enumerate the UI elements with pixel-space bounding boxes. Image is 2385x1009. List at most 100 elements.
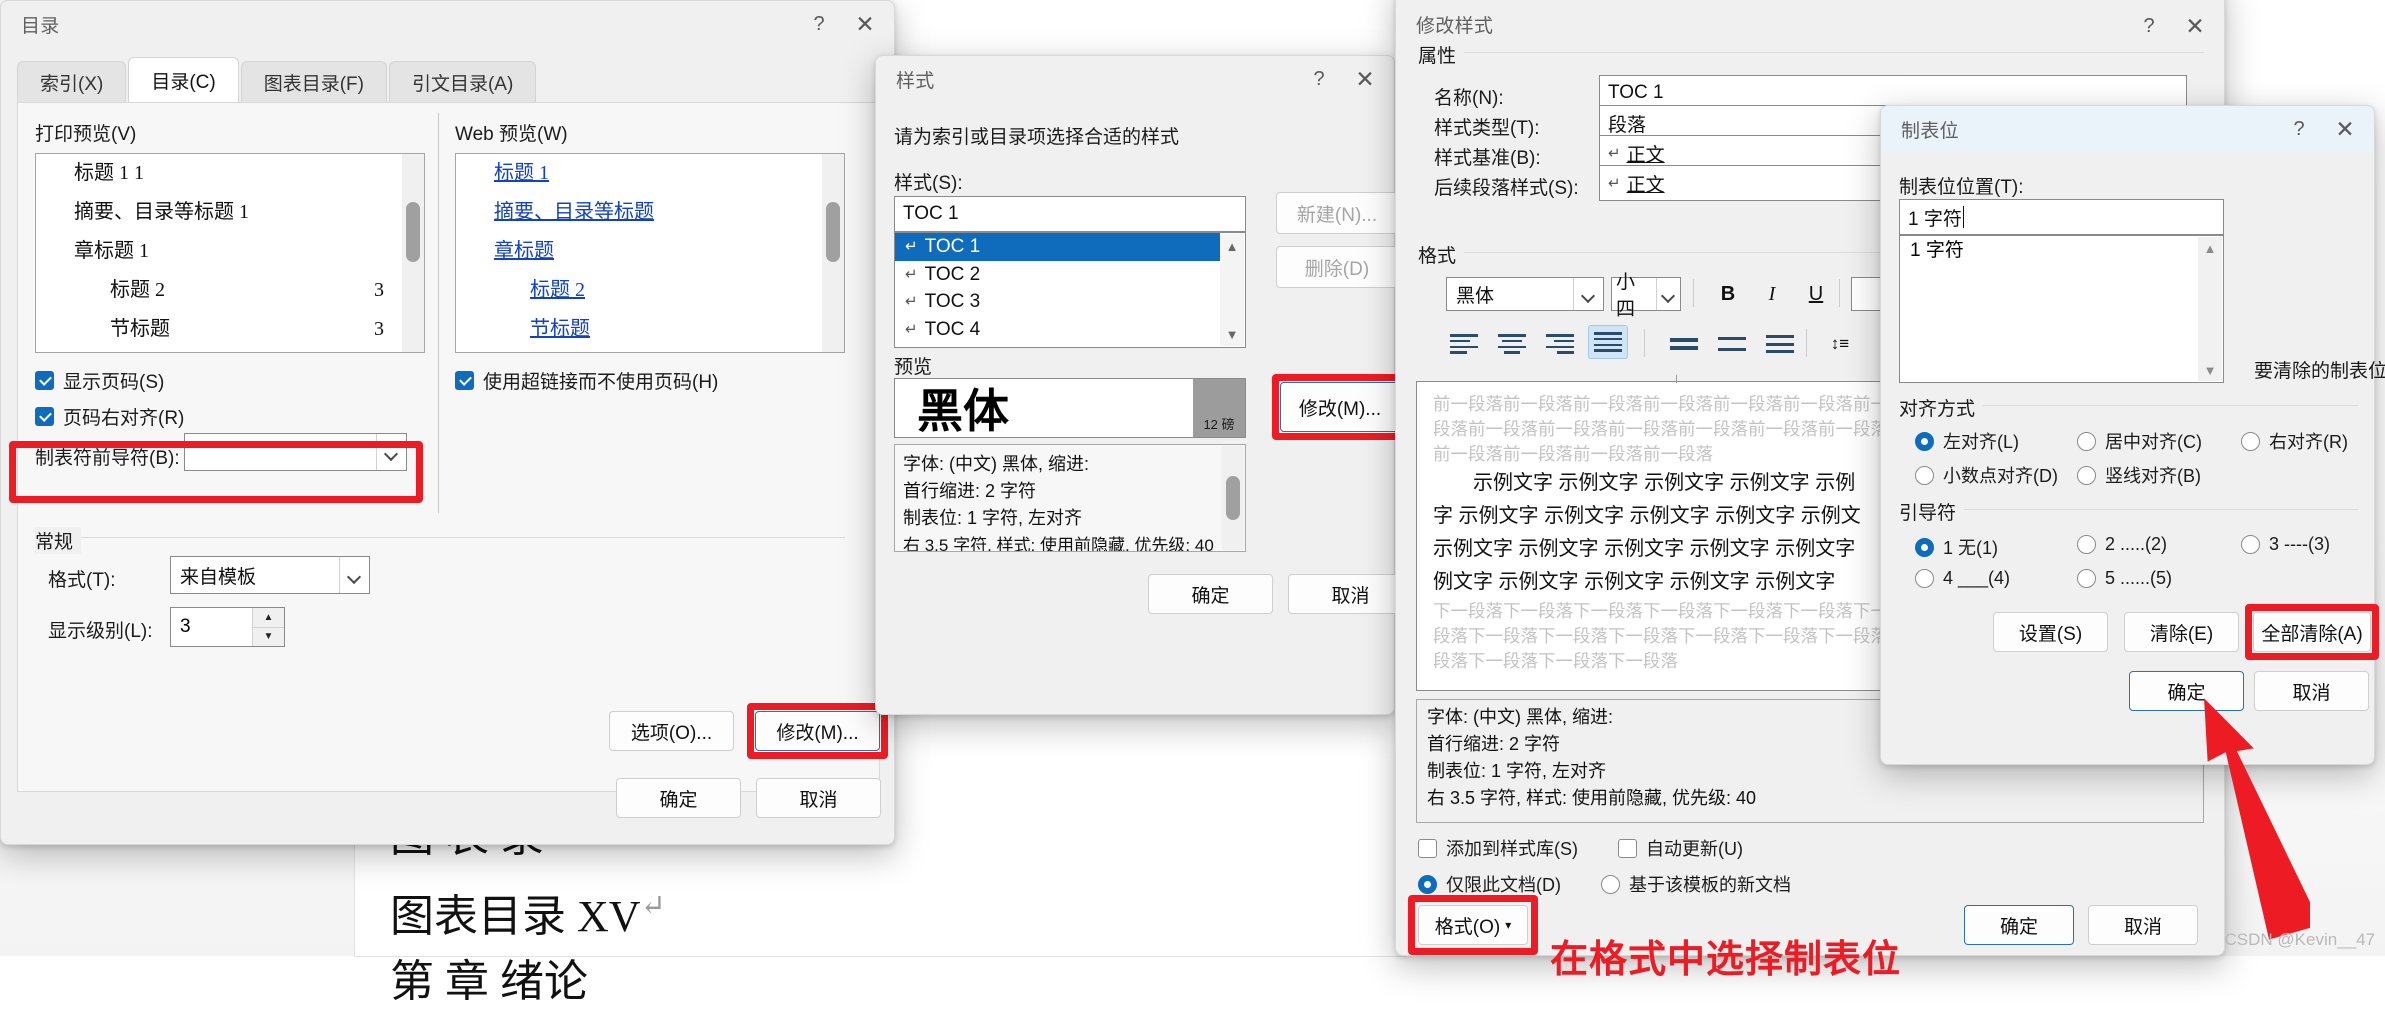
align-left-radio[interactable]: 左对齐(L): [1915, 428, 2019, 454]
font-family-combo[interactable]: 黑体: [1446, 277, 1604, 311]
line-spacing-1-5-icon[interactable]: [1712, 327, 1752, 361]
web-preview-link[interactable]: 摘要、目录等标题: [456, 193, 822, 232]
leader-underline-radio[interactable]: 4 ___(4): [1915, 568, 2010, 589]
help-icon[interactable]: ?: [796, 3, 842, 45]
style-modify-button[interactable]: 修改(M)...: [1280, 382, 1400, 432]
tab-citation-toc[interactable]: 引文目录(A): [388, 61, 537, 103]
options-button[interactable]: 选项(O)...: [609, 711, 734, 751]
chevron-down-icon[interactable]: [376, 434, 406, 470]
description-scrollbar[interactable]: [1222, 446, 1244, 550]
list-item[interactable]: ↵ TOC 1: [895, 233, 1220, 261]
list-item[interactable]: ↵ TOC 3: [895, 288, 1220, 316]
ok-button[interactable]: 确定: [616, 778, 741, 818]
leader-dashes-radio[interactable]: 3 ----(3): [2241, 534, 2330, 555]
line-spacing-double-icon[interactable]: [1760, 327, 1800, 361]
use-hyperlinks-checkbox[interactable]: 使用超链接而不使用页码(H): [455, 367, 718, 394]
close-icon[interactable]: ✕: [1342, 58, 1388, 100]
leader-dots-heavy-radio[interactable]: 5 ......(5): [2077, 568, 2172, 589]
description-line: 制表位: 1 字符, 左对齐: [903, 508, 1083, 528]
scroll-down-icon[interactable]: ▼: [2198, 359, 2222, 381]
clear-button[interactable]: 清除(E): [2124, 612, 2239, 652]
tab-position-input[interactable]: 1 字符: [1899, 199, 2224, 235]
scrollbar-thumb[interactable]: [826, 202, 840, 262]
leader-none-radio[interactable]: 1 无(1): [1915, 534, 1998, 560]
stepper-up-icon[interactable]: ▲: [253, 608, 284, 628]
set-button[interactable]: 设置(S): [1993, 612, 2108, 652]
style-name-input[interactable]: TOC 1: [894, 196, 1246, 232]
close-icon[interactable]: ✕: [2172, 5, 2218, 47]
web-preview-link[interactable]: 标题 3: [456, 349, 822, 352]
style-ok-button[interactable]: 确定: [1148, 574, 1273, 614]
style-list-scrollbar[interactable]: ▲ ▼: [1220, 234, 1244, 346]
toc-dialog-title-bar: 目录 ? ✕: [1, 1, 894, 47]
tab-figure-toc[interactable]: 图表目录(F): [240, 61, 387, 103]
tab-toc[interactable]: 目录(C): [128, 57, 239, 103]
align-left-icon[interactable]: [1444, 327, 1484, 361]
line-spacing-single-icon[interactable]: [1664, 327, 1704, 361]
align-center-radio[interactable]: 居中对齐(C): [2077, 428, 2202, 454]
format-dropdown-button[interactable]: 格式(O) ▾: [1418, 905, 1528, 945]
bold-icon[interactable]: B: [1708, 277, 1748, 311]
new-documents-radio[interactable]: 基于该模板的新文档: [1601, 871, 1791, 897]
tab-list-scrollbar[interactable]: ▲ ▼: [2198, 237, 2222, 381]
new-style-button[interactable]: 新建(N)...: [1276, 192, 1398, 234]
modify-ok-button[interactable]: 确定: [1964, 905, 2074, 945]
right-align-page-numbers-checkbox[interactable]: 页码右对齐(R): [35, 403, 184, 430]
list-item[interactable]: ↵ TOC 4: [895, 316, 1220, 344]
scrollbar-thumb[interactable]: [406, 202, 420, 262]
close-icon[interactable]: ✕: [2322, 108, 2368, 150]
help-icon[interactable]: ?: [2126, 5, 2172, 47]
scroll-up-icon[interactable]: ▲: [1220, 234, 1244, 258]
web-preview-link[interactable]: 标题 1: [456, 154, 822, 193]
clear-all-button[interactable]: 全部清除(A): [2253, 612, 2371, 652]
list-item[interactable]: ↵ TOC 2: [895, 261, 1220, 289]
format-combo[interactable]: 来自模板: [170, 556, 370, 594]
tab-leader-combo[interactable]: [184, 433, 407, 471]
this-document-only-radio[interactable]: 仅限此文档(D): [1418, 871, 1561, 897]
close-icon[interactable]: ✕: [842, 3, 888, 45]
align-bar-radio[interactable]: 竖线对齐(B): [2077, 462, 2201, 488]
watermark: CSDN @Kevin__47: [2224, 930, 2376, 949]
style-listbox[interactable]: ↵ TOC 1 ↵ TOC 2 ↵ TOC 3 ↵ TOC 4 ↵ TOC 5 ↵ TOC …: [894, 232, 1246, 348]
alignment-group-title: 对齐方式: [1899, 394, 1984, 421]
align-decimal-radio[interactable]: 小数点对齐(D): [1915, 462, 2058, 488]
align-right-icon[interactable]: [1540, 327, 1580, 361]
list-item[interactable]: 1 字符: [1900, 236, 2223, 266]
scroll-up-icon[interactable]: ▲: [2198, 237, 2222, 259]
help-icon[interactable]: ?: [1296, 58, 1342, 100]
tab-index[interactable]: 索引(X): [17, 61, 127, 103]
show-page-numbers-checkbox[interactable]: 显示页码(S): [35, 367, 164, 394]
scrollbar-thumb[interactable]: [1226, 476, 1240, 520]
align-bar-label: 竖线对齐(B): [2105, 466, 2201, 486]
italic-icon[interactable]: I: [1752, 277, 1792, 311]
modify-button[interactable]: 修改(M)...: [755, 711, 880, 751]
show-levels-stepper[interactable]: 3 ▲ ▼: [170, 607, 285, 647]
font-size-combo[interactable]: 小四: [1611, 272, 1681, 320]
delete-style-button[interactable]: 删除(D): [1276, 246, 1398, 288]
web-preview-link[interactable]: 标题 2: [456, 271, 822, 310]
web-preview-link[interactable]: 章标题: [456, 232, 822, 271]
print-preview-scrollbar[interactable]: [402, 154, 424, 352]
auto-update-label: 自动更新(U): [1646, 839, 1743, 859]
help-icon[interactable]: ?: [2276, 108, 2322, 150]
web-preview-scrollbar[interactable]: [822, 154, 844, 352]
stepper-down-icon[interactable]: ▼: [253, 627, 284, 646]
increase-spacing-icon[interactable]: ↕≡: [1820, 327, 1860, 361]
align-justify-icon[interactable]: [1588, 325, 1628, 359]
auto-update-checkbox[interactable]: 自动更新(U): [1618, 835, 1743, 861]
font-preview-name: 黑体: [917, 385, 1009, 437]
chevron-down-icon[interactable]: [339, 557, 369, 593]
underline-icon[interactable]: U: [1796, 277, 1836, 311]
add-to-gallery-checkbox[interactable]: 添加到样式库(S): [1418, 835, 1578, 861]
tab-stops-listbox[interactable]: 1 字符 ▲ ▼: [1899, 235, 2224, 383]
web-preview-link[interactable]: 节标题: [456, 310, 822, 349]
cancel-button[interactable]: 取消: [756, 778, 881, 818]
list-item[interactable]: ↵ TOC 5: [895, 343, 1220, 347]
leader-dots-radio[interactable]: 2 .....(2): [2077, 534, 2167, 555]
align-right-radio[interactable]: 右对齐(R): [2241, 428, 2348, 454]
scroll-down-icon[interactable]: ▼: [1220, 322, 1244, 346]
chevron-down-icon[interactable]: [1573, 278, 1603, 310]
chevron-down-icon[interactable]: [1656, 278, 1680, 310]
toc-dialog: 目录 ? ✕ 索引(X) 目录(C) 图表目录(F) 引文目录(A) 打印预览(…: [0, 0, 895, 845]
align-center-icon[interactable]: [1492, 327, 1532, 361]
